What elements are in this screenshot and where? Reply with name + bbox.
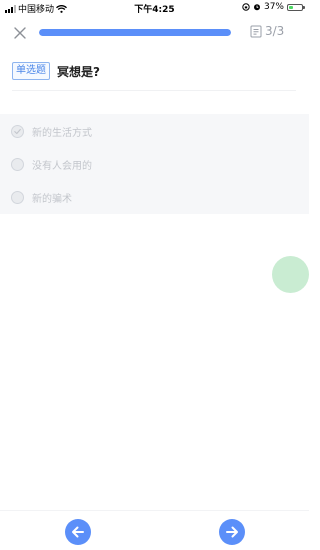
lock-rotation-icon	[242, 3, 250, 11]
option-item[interactable]: 新的骗术	[11, 188, 72, 206]
top-bar: 3/3	[0, 18, 309, 48]
battery-icon	[287, 3, 305, 11]
option-label: 新的骗术	[32, 193, 72, 205]
floating-button[interactable]	[272, 256, 309, 293]
previous-button[interactable]	[65, 519, 91, 545]
quiz-screen: 中国移动 下午4:25 37% 3/3 单选题 冥想是? 新的生活方式 没有人会…	[0, 0, 309, 550]
counter-text: 3/3	[265, 24, 285, 38]
battery-percent: 37%	[263, 2, 284, 12]
options-list: 新的生活方式 没有人会用的 新的骗术	[0, 114, 309, 214]
radio-icon[interactable]	[11, 157, 24, 171]
check-icon[interactable]	[11, 124, 24, 138]
arrow-right-icon	[226, 526, 238, 538]
radio-icon[interactable]	[11, 190, 24, 204]
document-icon	[250, 25, 262, 37]
question-counter: 3/3	[250, 24, 284, 38]
question-type-badge: 单选题	[12, 62, 50, 80]
bottom-nav-bar	[0, 510, 309, 550]
progress-bar	[39, 29, 231, 36]
progress-fill	[39, 29, 231, 36]
status-bar: 中国移动 下午4:25 37%	[0, 0, 309, 16]
divider	[12, 90, 296, 91]
close-icon[interactable]	[12, 25, 28, 41]
option-label: 没有人会用的	[32, 160, 92, 172]
status-right: 37%	[242, 2, 305, 12]
option-item[interactable]: 新的生活方式	[11, 122, 92, 140]
question-text: 冥想是?	[57, 64, 100, 79]
option-item[interactable]: 没有人会用的	[11, 155, 92, 173]
question-row: 单选题 冥想是?	[12, 60, 296, 82]
alarm-icon	[253, 4, 260, 11]
option-label: 新的生活方式	[32, 127, 92, 139]
arrow-left-icon	[72, 526, 84, 538]
next-button[interactable]	[219, 519, 245, 545]
